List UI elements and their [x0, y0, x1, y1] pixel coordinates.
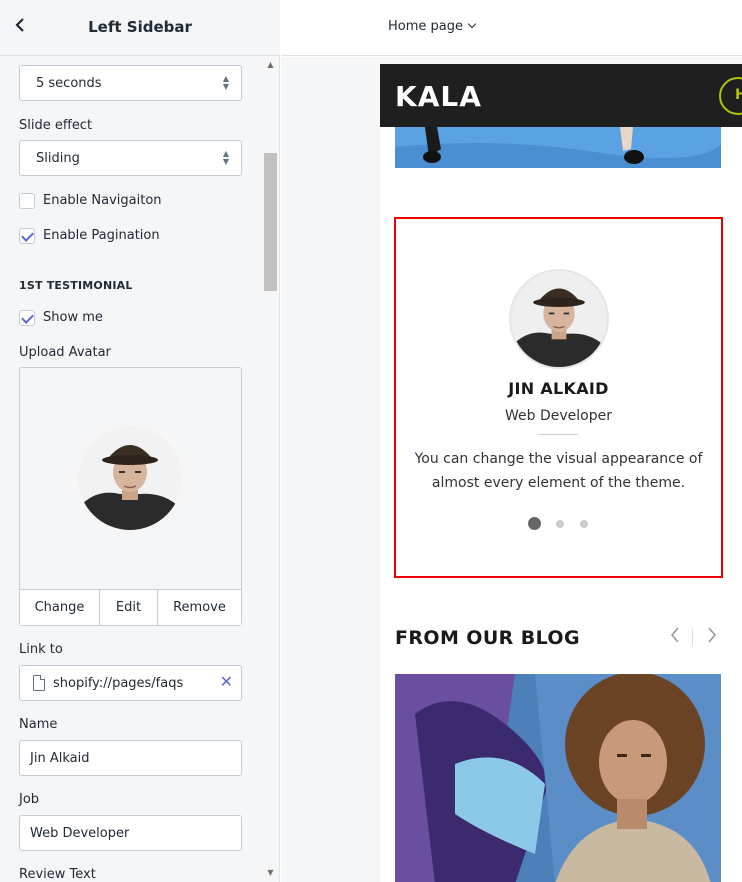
blog-prev-button[interactable]	[669, 626, 681, 649]
back-button[interactable]	[10, 17, 30, 39]
change-avatar-button[interactable]: Change	[20, 590, 100, 625]
link-to-field[interactable]: shopify://pages/faqs ✕	[19, 665, 242, 701]
edit-avatar-button[interactable]: Edit	[100, 590, 158, 625]
blog-next-button[interactable]	[706, 626, 718, 649]
avatar-upload-box[interactable]: Change Edit Remove	[19, 367, 242, 626]
enable-pagination-checkbox[interactable]	[19, 228, 35, 244]
testimonial-review: You can change the visual appearance of …	[414, 451, 703, 491]
enable-pagination-label: Enable Pagination	[43, 228, 160, 243]
blog-photo-icon	[395, 674, 721, 882]
chevron-left-icon	[15, 18, 24, 32]
upload-avatar-label: Upload Avatar	[19, 345, 111, 360]
chevron-left-icon	[670, 627, 679, 643]
clear-link-icon[interactable]: ✕	[220, 674, 233, 690]
pagination-dot[interactable]	[580, 520, 588, 528]
job-field[interactable]: Web Developer	[19, 815, 242, 851]
blog-nav-divider	[692, 629, 693, 645]
link-to-label: Link to	[19, 642, 63, 657]
avatar-action-buttons: Change Edit Remove	[20, 589, 241, 625]
show-me-label: Show me	[43, 310, 103, 325]
testimonial-avatar	[509, 269, 609, 369]
storefront-preview: KALA H JIN ALKAID Web Developer You can …	[380, 64, 742, 882]
preview-top-bar: Home page	[281, 0, 742, 56]
site-logo[interactable]: KALA	[395, 80, 482, 113]
show-me-checkbox[interactable]	[19, 310, 35, 326]
name-label: Name	[19, 717, 58, 732]
pagination-dot[interactable]	[556, 520, 564, 528]
testimonial-pagination	[528, 516, 598, 530]
slide-effect-label: Slide effect	[19, 118, 93, 133]
scroll-down-arrow-icon[interactable]: ▼	[262, 866, 279, 880]
avatar-preview-image	[78, 426, 182, 530]
testimonial-section-heading: 1ST TESTIMONIAL	[19, 279, 133, 292]
blog-section-title: FROM OUR BLOG	[395, 627, 580, 649]
select-arrows-icon: ▲ ▼	[222, 74, 229, 91]
review-text-label: Review Text	[19, 867, 96, 882]
page-file-icon	[33, 675, 45, 691]
testimonial-divider	[538, 434, 578, 435]
sidebar-title: Left Sidebar	[88, 18, 192, 36]
chevron-right-icon	[708, 627, 717, 643]
person-portrait-icon	[511, 271, 607, 367]
enable-navigation-label: Enable Navigaiton	[43, 193, 162, 208]
testimonial-job: Web Developer	[505, 408, 612, 424]
header-circle-button[interactable]: H	[719, 77, 742, 115]
settings-sidebar: Left Sidebar 5 seconds ▲ ▼ Slide effect S…	[0, 0, 280, 882]
blog-post-image[interactable]	[395, 674, 721, 882]
slide-speed-select[interactable]: 5 seconds ▲ ▼	[19, 65, 242, 101]
job-label: Job	[19, 792, 40, 807]
name-field[interactable]: Jin Alkaid	[19, 740, 242, 776]
sidebar-header: Left Sidebar	[0, 0, 280, 56]
site-header: KALA H	[380, 64, 742, 127]
scroll-up-arrow-icon[interactable]: ▲	[262, 58, 279, 72]
hero-photo-icon	[395, 127, 721, 168]
select-arrows-icon: ▲ ▼	[222, 149, 229, 166]
chevron-down-icon	[467, 19, 477, 29]
testimonial-block[interactable]: JIN ALKAID Web Developer You can change …	[394, 217, 723, 578]
page-selector[interactable]: Home page	[388, 19, 477, 34]
scrollbar-thumb[interactable]	[264, 153, 277, 291]
hero-image	[395, 127, 721, 168]
testimonial-name: JIN ALKAID	[508, 379, 609, 398]
slide-effect-select[interactable]: Sliding ▲ ▼	[19, 140, 242, 176]
person-portrait-icon	[78, 426, 182, 530]
enable-navigation-checkbox[interactable]	[19, 193, 35, 209]
pagination-dot[interactable]	[528, 517, 541, 530]
remove-avatar-button[interactable]: Remove	[158, 590, 241, 625]
